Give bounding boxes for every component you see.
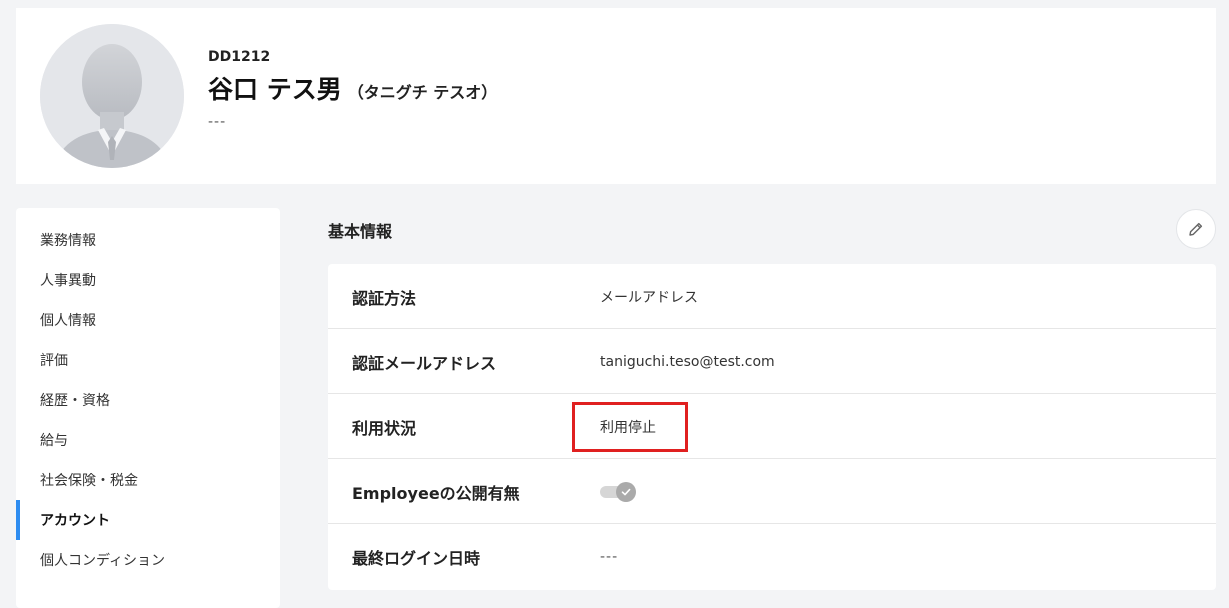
sidebar-item-label: 個人コンディション <box>40 553 166 569</box>
employee-name-line: 谷口 テス男 （タニグチ テスオ） <box>208 70 497 106</box>
employee-public-toggle[interactable] <box>600 482 636 502</box>
info-row-auth-email: 認証メールアドレス taniguchi.teso@test.com <box>328 329 1216 394</box>
sidebar-item-evaluation[interactable]: 評価 <box>16 340 280 380</box>
info-row-employee-public: Employeeの公開有無 <box>328 459 1216 524</box>
sidebar-item-label: 社会保険・税金 <box>40 473 138 489</box>
row-label: 最終ログイン日時 <box>352 548 481 568</box>
row-label: Employeeの公開有無 <box>352 483 520 503</box>
basic-info-card: 認証方法 メールアドレス 認証メールアドレス taniguchi.teso@te… <box>328 264 1216 590</box>
sidebar-item-personal-info[interactable]: 個人情報 <box>16 300 280 340</box>
employee-name: 谷口 テス男 <box>208 75 342 104</box>
sidebar-item-label: アカウント <box>40 513 110 529</box>
auth-email-value: taniguchi.teso@test.com <box>600 353 775 370</box>
employee-subtext: --- <box>208 114 227 130</box>
sidebar-item-label: 個人情報 <box>40 313 96 329</box>
auth-method-value: メールアドレス <box>600 289 698 306</box>
check-icon <box>621 488 631 496</box>
info-row-auth-method: 認証方法 メールアドレス <box>328 264 1216 329</box>
row-label: 認証メールアドレス <box>352 353 497 373</box>
profile-card: DD1212 谷口 テス男 （タニグチ テスオ） --- <box>16 8 1216 184</box>
toggle-knob <box>616 482 636 502</box>
sidebar-item-label: 業務情報 <box>40 233 96 249</box>
sidebar: 業務情報 人事異動 個人情報 評価 経歴・資格 給与 社会保険・税金 アカウント… <box>16 208 280 608</box>
sidebar-item-salary[interactable]: 給与 <box>16 420 280 460</box>
sidebar-item-insurance-tax[interactable]: 社会保険・税金 <box>16 460 280 500</box>
row-label: 認証方法 <box>352 288 417 308</box>
employee-name-kana: （タニグチ テスオ） <box>347 83 498 102</box>
sidebar-item-label: 人事異動 <box>40 273 96 289</box>
sidebar-item-career-qualifications[interactable]: 経歴・資格 <box>16 380 280 420</box>
sidebar-item-label: 経歴・資格 <box>40 393 110 409</box>
highlight-box <box>572 402 688 452</box>
section-title: 基本情報 <box>328 222 393 241</box>
user-silhouette-icon <box>40 24 184 168</box>
edit-button[interactable] <box>1176 209 1216 249</box>
sidebar-item-personnel-transfer[interactable]: 人事異動 <box>16 260 280 300</box>
pencil-icon <box>1189 222 1203 236</box>
sidebar-item-business-info[interactable]: 業務情報 <box>16 220 280 260</box>
info-row-usage-status: 利用状況 利用停止 <box>328 394 1216 459</box>
sidebar-item-label: 給与 <box>40 433 68 449</box>
employee-code: DD1212 <box>208 49 271 65</box>
last-login-value: --- <box>600 548 619 565</box>
info-row-last-login: 最終ログイン日時 --- <box>328 524 1216 589</box>
sidebar-item-account[interactable]: アカウント <box>16 500 280 540</box>
avatar <box>40 24 184 168</box>
sidebar-item-personal-condition[interactable]: 個人コンディション <box>16 540 280 580</box>
sidebar-item-label: 評価 <box>40 353 68 369</box>
row-label: 利用状況 <box>352 418 417 438</box>
